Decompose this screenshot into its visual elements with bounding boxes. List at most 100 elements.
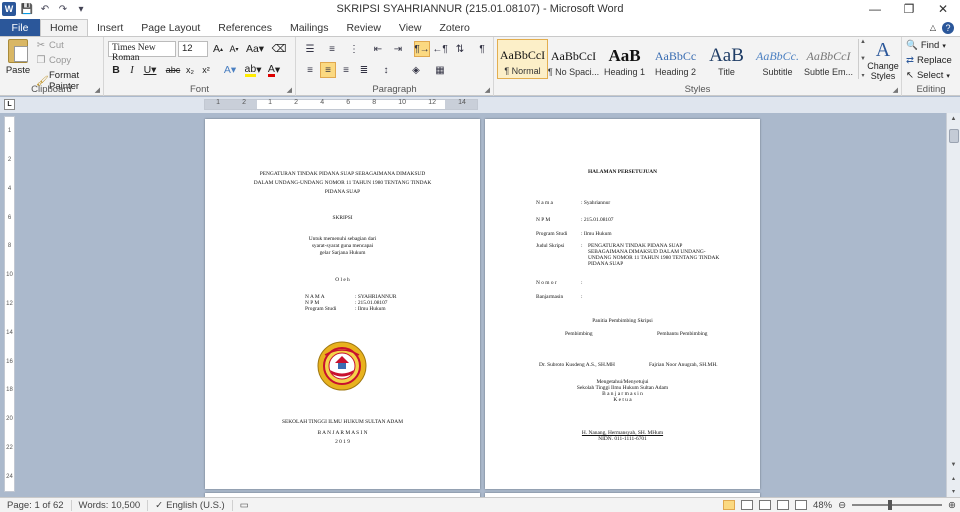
- page1-purpose-line-1: Untuk memenuhi sebagian dari: [308, 236, 377, 242]
- paragraph-label: Paragraph: [372, 84, 417, 95]
- vertical-ruler[interactable]: 1 2 4 6 8 10 12 14 16 18 20 22 24: [4, 116, 15, 492]
- tab-references[interactable]: References: [209, 19, 281, 36]
- tab-page-layout[interactable]: Page Layout: [132, 19, 209, 36]
- ltr-direction-icon[interactable]: ¶→: [414, 41, 430, 57]
- tab-file[interactable]: File: [0, 19, 40, 36]
- paste-button[interactable]: Paste: [4, 39, 32, 76]
- underline-button[interactable]: U▾: [142, 62, 158, 78]
- more-styles-icon[interactable]: ▾: [861, 72, 864, 79]
- style-heading-1[interactable]: AaB Heading 1: [599, 39, 650, 79]
- subscript-button[interactable]: x₂: [184, 62, 196, 78]
- increase-indent-icon[interactable]: ⇥: [390, 41, 406, 57]
- document-area[interactable]: PENGATURAN TINDAK PIDANA SUAP SEBAGAIMAN…: [18, 113, 946, 497]
- show-formatting-icon[interactable]: ¶: [474, 41, 490, 57]
- align-right-icon[interactable]: ≡: [338, 62, 354, 78]
- font-size-box[interactable]: 12: [178, 41, 208, 57]
- shrink-font-icon[interactable]: A ▾: [228, 41, 240, 57]
- replace-button[interactable]: ⇄ Replace: [906, 55, 952, 66]
- style-subtle-emphasis[interactable]: AaBbCcI Subtle Em...: [803, 39, 854, 79]
- close-button[interactable]: ✕: [926, 0, 960, 18]
- previous-page-icon[interactable]: ▴: [947, 472, 960, 484]
- borders-icon[interactable]: ▦: [432, 62, 448, 78]
- change-case-icon[interactable]: Aa▾: [246, 41, 264, 57]
- strikethrough-button[interactable]: abc: [166, 62, 181, 78]
- copy-button[interactable]: ❐ Copy: [36, 55, 72, 66]
- macro-icon[interactable]: ▭: [233, 500, 256, 511]
- align-left-icon[interactable]: ≡: [302, 62, 318, 78]
- styles-launcher-icon[interactable]: ◢: [893, 86, 898, 94]
- tab-selector-icon[interactable]: L: [4, 99, 15, 110]
- decrease-indent-icon[interactable]: ⇤: [370, 41, 386, 57]
- style-normal[interactable]: AaBbCcI ¶ Normal: [497, 39, 548, 79]
- superscript-button[interactable]: x²: [200, 62, 212, 78]
- tab-zotero[interactable]: Zotero: [430, 19, 478, 36]
- font-launcher-icon[interactable]: ◢: [287, 86, 292, 94]
- clipboard-launcher-icon[interactable]: ◢: [95, 86, 100, 94]
- tab-insert[interactable]: Insert: [88, 19, 132, 36]
- style-no-spacing[interactable]: AaBbCcI ¶ No Spaci...: [548, 39, 599, 79]
- italic-button[interactable]: I: [126, 62, 138, 78]
- full-screen-reading-icon[interactable]: [741, 500, 754, 510]
- vruler-ticks: 1 2 4 6 8 10 12 14 16 18 20 22 24: [6, 128, 13, 480]
- clipboard-group: Paste ✂ Cut ❐ Copy 🖌 Format Painter Clip…: [0, 37, 104, 96]
- language[interactable]: ✓ English (U.S.): [148, 499, 233, 511]
- style-title[interactable]: AaB Title: [701, 39, 752, 79]
- tab-review[interactable]: Review: [337, 19, 389, 36]
- font-name-box[interactable]: Times New Roman: [108, 41, 176, 63]
- text-effects-icon[interactable]: A▾: [222, 62, 238, 78]
- scroll-thumb[interactable]: [949, 129, 959, 143]
- print-layout-icon[interactable]: [723, 500, 736, 510]
- style-heading-2[interactable]: AaBbCc Heading 2: [650, 39, 701, 79]
- page-1[interactable]: PENGATURAN TINDAK PIDANA SUAP SEBAGAIMAN…: [205, 119, 480, 489]
- page2-signature-2: Fajrian Noor Anugrah, SH.MH.: [649, 362, 718, 368]
- select-button[interactable]: ↖ Select ▾: [906, 70, 950, 81]
- paragraph-launcher-icon[interactable]: ◢: [485, 86, 490, 94]
- highlight-icon[interactable]: ab ▾: [244, 62, 262, 78]
- zoom-level[interactable]: 48%: [813, 500, 832, 511]
- web-layout-icon[interactable]: [759, 500, 772, 510]
- rtl-direction-icon[interactable]: ←¶: [432, 41, 448, 57]
- grow-font-icon[interactable]: A ▴: [212, 41, 224, 57]
- page2-field-label: Program Studi: [536, 231, 568, 237]
- cut-button[interactable]: ✂ Cut: [36, 40, 64, 51]
- line-spacing-icon[interactable]: ↕: [378, 62, 394, 78]
- bullets-icon[interactable]: ☰: [302, 41, 318, 57]
- vertical-scrollbar[interactable]: ▲ ▼ ▴ ▾: [946, 113, 960, 497]
- shading-icon[interactable]: ◈: [408, 62, 424, 78]
- ruler-ticks: 1 2 1 2 4 6 8 10 12 14: [216, 99, 466, 106]
- tab-home[interactable]: Home: [40, 19, 89, 36]
- clear-formatting-icon[interactable]: ⌫: [272, 41, 287, 57]
- find-button[interactable]: 🔍 Find ▾: [906, 40, 946, 51]
- page-count[interactable]: Page: 1 of 62: [0, 499, 72, 511]
- tab-view[interactable]: View: [390, 19, 431, 36]
- multilevel-list-icon[interactable]: ⋮: [346, 41, 362, 57]
- font-color-icon[interactable]: A ▾: [266, 62, 282, 78]
- page-2[interactable]: HALAMAN PERSETUJUAN N a m a : Syahriannu…: [485, 119, 760, 489]
- style-subtitle[interactable]: AaBbCc. Subtitle: [752, 39, 803, 79]
- word-count[interactable]: Words: 10,500: [72, 499, 149, 511]
- justify-icon[interactable]: ≣: [356, 62, 372, 78]
- page1-city: B A N J A R M A S I N: [317, 430, 368, 436]
- minimize-button[interactable]: —: [858, 0, 892, 18]
- zoom-out-icon[interactable]: ⊖: [838, 500, 846, 511]
- sort-icon[interactable]: ⇅: [452, 41, 468, 57]
- align-center-icon[interactable]: ≡: [320, 62, 336, 78]
- change-styles-button[interactable]: A Change Styles: [866, 39, 900, 81]
- bold-button[interactable]: B: [110, 62, 122, 78]
- zoom-in-icon[interactable]: ⊕: [948, 500, 956, 511]
- numbering-icon[interactable]: ≡: [324, 41, 340, 57]
- help-icon[interactable]: ?: [942, 21, 954, 34]
- tab-mailings[interactable]: Mailings: [281, 19, 338, 36]
- horizontal-ruler[interactable]: 1 2 1 2 4 6 8 10 12 14: [204, 99, 478, 110]
- next-page-icon[interactable]: ▾: [947, 485, 960, 497]
- zoom-slider-knob[interactable]: [888, 500, 893, 510]
- scroll-up-icon[interactable]: ▲: [947, 113, 960, 125]
- outline-icon[interactable]: [777, 500, 790, 510]
- restore-button[interactable]: ❐: [892, 0, 926, 18]
- zoom-slider[interactable]: [852, 500, 943, 510]
- draft-icon[interactable]: [795, 500, 808, 510]
- scroll-down-icon[interactable]: ▼: [947, 459, 960, 471]
- university-logo: [317, 341, 367, 391]
- page2-field-value: :: [581, 280, 583, 286]
- minimize-ribbon-icon[interactable]: △: [930, 23, 936, 32]
